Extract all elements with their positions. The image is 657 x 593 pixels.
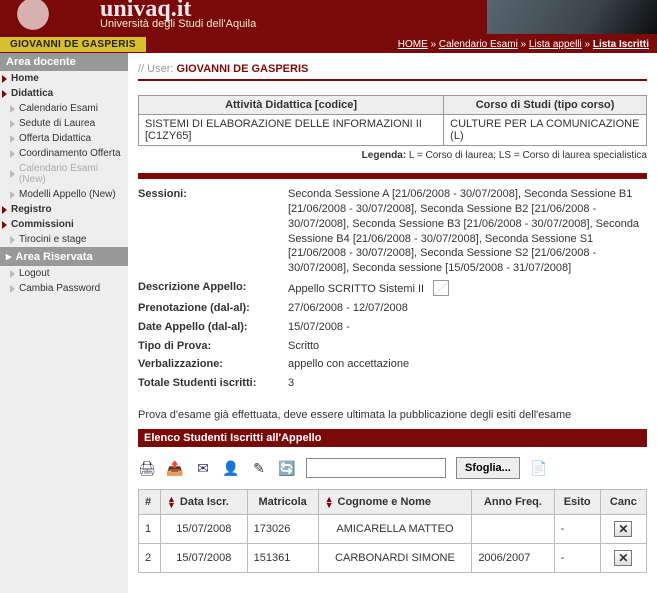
print-icon[interactable]: 🖨 [138,459,156,477]
sidebar-item-registro[interactable]: Registro [0,202,128,217]
breadcrumb: HOME » Calendario Esami » Lista appelli … [398,39,657,50]
sidebar-item-commissioni[interactable]: Commissioni [0,217,128,232]
sidebar-item-modelli[interactable]: Modelli Appello (New) [0,187,128,202]
val-descrizione: Appello SCRITTO Sistemi II [288,280,647,297]
sub-header: GIOVANNI DE GASPERIS HOME » Calendario E… [0,35,657,53]
th-num: # [139,490,161,515]
sidebar-item-coordinamento[interactable]: Coordinamento Offerta [0,146,128,161]
cancel-button[interactable]: ✕ [614,550,632,566]
th-anno-freq[interactable]: Anno Freq. [472,490,554,515]
lbl-verbalizzazione: Verbalizzazione: [138,357,288,372]
breadcrumb-home[interactable]: HOME [398,39,428,50]
val-totale: 3 [288,376,647,391]
upload-icon[interactable]: 📄 [530,459,548,477]
sidebar: Area docente Home Didattica Calendario E… [0,53,128,593]
cell-esito: - [554,515,600,544]
main-content: // User: GIOVANNI DE GASPERIS Attività D… [128,53,657,593]
document-icon[interactable] [433,280,449,296]
th-cognome-nome[interactable]: ▲▼Cognome e Nome [318,490,472,515]
th-esito[interactable]: Esito [554,490,600,515]
activity-table: Attività Didattica [codice] Corso di Stu… [138,95,647,146]
cell-nome: CARBONARDI SIMONE [318,544,472,573]
cell-num: 2 [139,544,161,573]
table-row: 215/07/2008151361CARBONARDI SIMONE2006/2… [139,544,647,573]
sidebar-item-cambia-password[interactable]: Cambia Password [0,281,128,296]
export-icon[interactable]: 📤 [166,459,184,477]
mail-icon[interactable]: ✉ [194,459,212,477]
cell-anno: 2006/2007 [472,544,554,573]
lbl-descrizione: Descrizione Appello: [138,280,288,297]
val-tipo-prova: Scritto [288,339,647,354]
sidebar-item-didattica[interactable]: Didattica [0,86,128,101]
cell-matricola: 173026 [247,515,318,544]
sidebar-head-docente: Area docente [0,53,128,71]
user-line: // User: GIOVANNI DE GASPERIS [138,59,647,81]
cell-num: 1 [139,515,161,544]
cancel-button[interactable]: ✕ [614,521,632,537]
cell-anno [472,515,554,544]
sidebar-item-tirocini[interactable]: Tirocini e stage [0,232,128,247]
cell-data-iscr: 15/07/2008 [161,515,248,544]
sidebar-item-home[interactable]: Home [0,71,128,86]
cell-esito: - [554,544,600,573]
breadcrumb-calendario[interactable]: Calendario Esami [439,39,518,50]
lbl-sessioni: Sessioni: [138,187,288,276]
th-canc: Canc [600,490,646,515]
breadcrumb-current: Lista Iscritti [593,39,649,50]
cell-nome: AMICARELLA MATTEO [318,515,472,544]
lbl-tipo-prova: Tipo di Prova: [138,339,288,354]
banner-photo [487,0,657,34]
val-date-appello: 15/07/2008 - [288,320,647,335]
th-data-iscr[interactable]: ▲▼Data Iscr. [161,490,248,515]
sidebar-item-sedute[interactable]: Sedute di Laurea [0,116,128,131]
td-attivita: SISTEMI DI ELABORAZIONE DELLE INFORMAZIO… [139,115,444,146]
sidebar-item-calendario-new[interactable]: Calendario Esami (New) [0,161,128,187]
section-title-elenco: Elenco Studenti Iscritti all'Appello [138,429,647,447]
sidebar-item-offerta[interactable]: Offerta Didattica [0,131,128,146]
th-attivita: Attività Didattica [codice] [139,96,444,115]
cell-canc: ✕ [600,544,646,573]
td-corso: CULTURE PER LA COMUNICAZIONE (L) [444,115,647,146]
univaq-logo [8,0,58,44]
students-table: # ▲▼Data Iscr. Matricola ▲▼Cognome e Nom… [138,489,647,573]
header-banner: univaq.it Università degli Studi dell'Aq… [0,0,657,35]
legenda: Legenda: L = Corso di laurea; LS = Corso… [138,150,647,161]
cell-matricola: 151361 [247,544,318,573]
table-row: 115/07/2008173026AMICARELLA MATTEO -✕ [139,515,647,544]
refresh-icon[interactable]: 🔄 [278,459,296,477]
file-path-input[interactable] [306,458,446,478]
val-verbalizzazione: appello con accettazione [288,357,647,372]
lbl-prenotazione: Prenotazione (dal-al): [138,301,288,316]
notice-text: Prova d'esame già effettuata, deve esser… [138,409,647,421]
lbl-totale: Totale Studenti iscritti: [138,376,288,391]
th-corso: Corso di Studi (tipo corso) [444,96,647,115]
sidebar-item-calendario[interactable]: Calendario Esami [0,101,128,116]
toolbar: 🖨 📤 ✉ 👤 ✎ 🔄 Sfoglia... 📄 [138,447,647,489]
edit-icon[interactable]: ✎ [250,459,268,477]
browse-button[interactable]: Sfoglia... [456,457,520,479]
cell-data-iscr: 15/07/2008 [161,544,248,573]
lbl-date-appello: Date Appello (dal-al): [138,320,288,335]
cell-canc: ✕ [600,515,646,544]
val-sessioni: Seconda Sessione A [21/06/2008 - 30/07/2… [288,187,647,276]
add-user-icon[interactable]: 👤 [222,459,240,477]
sidebar-item-logout[interactable]: Logout [0,266,128,281]
val-prenotazione: 27/06/2008 - 12/07/2008 [288,301,647,316]
th-matricola[interactable]: Matricola [247,490,318,515]
breadcrumb-lista-appelli[interactable]: Lista appelli [529,39,582,50]
site-subtitle: Università degli Studi dell'Aquila [100,18,256,30]
section-divider [138,173,647,179]
sidebar-head-riservata: ▸Area Riservata [0,247,128,266]
